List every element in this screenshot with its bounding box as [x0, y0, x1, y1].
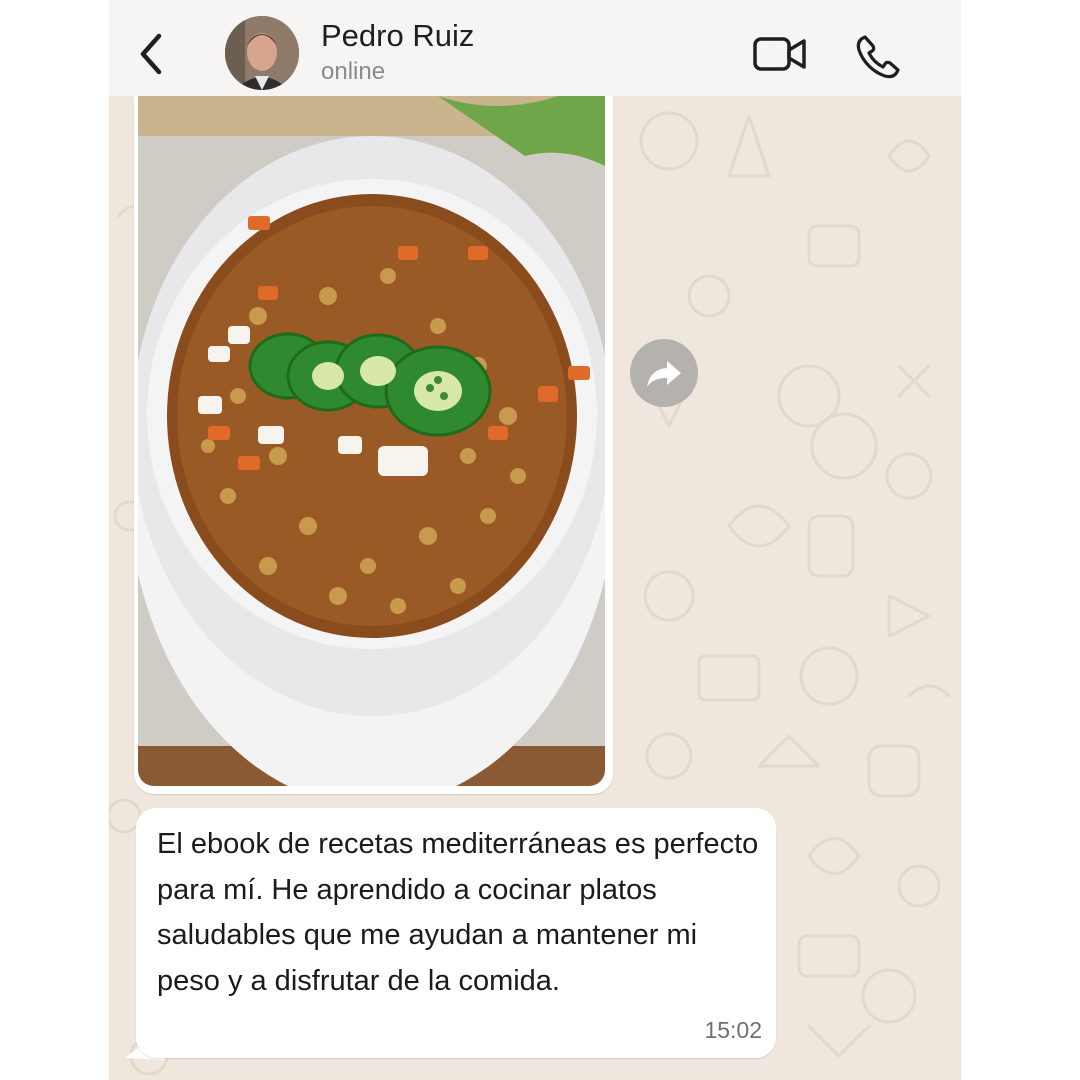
avatar[interactable] [225, 16, 299, 90]
chat-header: Pedro Ruiz online [109, 0, 961, 96]
forward-arrow-icon [647, 361, 681, 387]
forward-button[interactable] [630, 339, 698, 407]
image-message-bubble[interactable] [134, 96, 613, 794]
chat-screen: Pedro Ruiz online El ebook de recetas me… [109, 0, 961, 1080]
lentil-soup-photo[interactable] [138, 96, 605, 786]
contact-name[interactable]: Pedro Ruiz [321, 18, 474, 54]
contact-status: online [321, 58, 386, 85]
phone-icon[interactable] [853, 32, 901, 80]
chevron-left-icon[interactable] [135, 32, 167, 76]
video-camera-icon[interactable] [752, 34, 808, 74]
text-message-bubble[interactable]: El ebook de recetas mediterráneas es per… [136, 808, 776, 1058]
message-text[interactable]: El ebook de recetas mediterráneas es per… [157, 822, 767, 1004]
message-timestamp: 15:02 [704, 1017, 762, 1043]
